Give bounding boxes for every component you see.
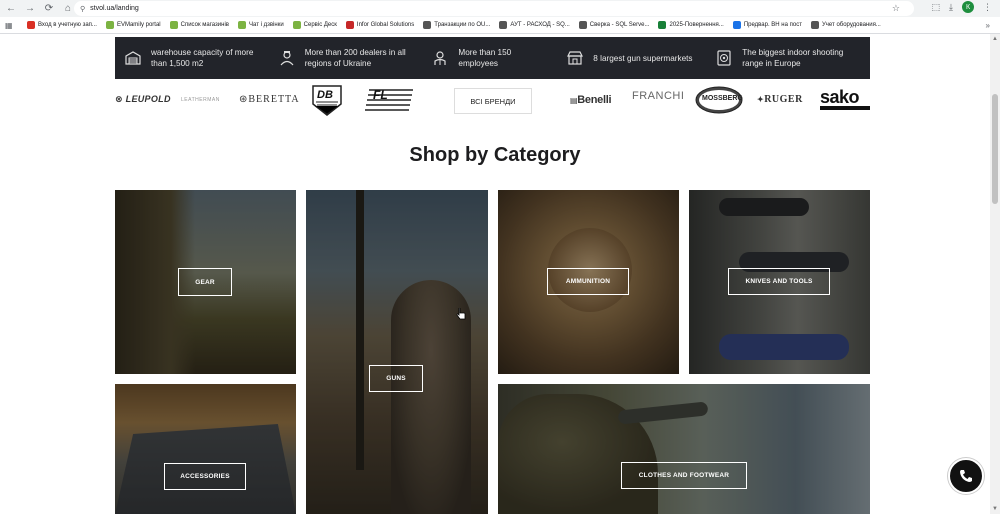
brands-row: ⊗ LEUPOLD LEATHERMAN ⊛BERETTA DB FL ВСІ … bbox=[115, 84, 870, 119]
category-tile-ammunition[interactable]: AMMUNITION bbox=[498, 190, 679, 374]
bookmark-favicon-icon bbox=[732, 21, 741, 29]
phone-icon bbox=[960, 470, 972, 482]
bookmark-favicon-icon bbox=[345, 21, 354, 29]
category-tile-guns[interactable]: GUNS bbox=[306, 190, 488, 514]
accessories-button[interactable]: ACCESSORIES bbox=[164, 463, 246, 490]
bookmark-label: Учет оборудования... bbox=[821, 22, 881, 28]
more-bookmarks-icon[interactable]: » bbox=[986, 21, 990, 30]
brand-logo-sako[interactable]: sako bbox=[820, 87, 870, 110]
page-scrollbar[interactable]: ▲ ▼ bbox=[990, 34, 1000, 514]
stat-shooting-range: The biggest indoor shooting range in Eur… bbox=[716, 47, 848, 69]
bookmark-item[interactable]: Список магазинів bbox=[169, 21, 229, 29]
forward-icon[interactable]: → bbox=[22, 1, 38, 17]
bookmark-label: Сверка - SQL Serve... bbox=[589, 22, 650, 28]
bookmark-item[interactable]: Транзакции по OU... bbox=[423, 21, 490, 29]
bookmark-label: EVMamily portal bbox=[116, 22, 161, 28]
apps-grid-icon[interactable]: ▦ bbox=[5, 21, 19, 30]
bookmark-favicon-icon bbox=[237, 21, 246, 29]
reload-icon[interactable]: ⟳ bbox=[41, 1, 57, 17]
bookmarks-bar: ▦ Вход в учетную зап... EVMamily portal Сп… bbox=[0, 17, 1000, 34]
brand-logo-leupold[interactable]: ⊗ LEUPOLD bbox=[115, 94, 171, 105]
store-icon bbox=[567, 51, 584, 65]
bookmark-label: Вход в учетную зап... bbox=[38, 22, 97, 28]
brand-logo-franchi[interactable]: FRANCHI bbox=[632, 90, 684, 102]
bookmark-item[interactable]: Сверка - SQL Serve... bbox=[578, 21, 650, 29]
bookmark-favicon-icon bbox=[27, 21, 35, 29]
bookmark-favicon-icon bbox=[810, 21, 819, 29]
brand-logo-beretta[interactable]: ⊛BERETTA bbox=[239, 94, 300, 105]
employee-icon bbox=[434, 51, 447, 65]
stat-dealers: More than 200 dealers in all regions of … bbox=[279, 47, 411, 69]
beretta-icon: ⊛ bbox=[239, 94, 249, 105]
bookmark-label: АУТ - РАСХОД - SQ... bbox=[510, 22, 570, 28]
scroll-down-icon[interactable]: ▼ bbox=[992, 506, 998, 512]
bookmark-label: Список магазинів bbox=[180, 22, 229, 28]
scrollbar-thumb[interactable] bbox=[992, 94, 998, 204]
download-icon[interactable]: ⤓ bbox=[949, 2, 953, 13]
stat-supermarkets: 8 largest gun supermarkets bbox=[567, 50, 694, 66]
section-title: Shop by Category bbox=[409, 144, 581, 166]
category-tile-knives[interactable]: KNIVES AND TOOLS bbox=[689, 190, 870, 374]
brand-logo-benelli[interactable]: ▤Benelli bbox=[570, 94, 612, 106]
stats-bar: warehouse capacity of more than 1,500 m2… bbox=[115, 37, 870, 79]
brand-logo-mossberg[interactable]: MOSSBERG bbox=[695, 86, 743, 119]
warehouse-icon bbox=[125, 51, 141, 65]
url-text: stvol.ua/landing bbox=[90, 5, 139, 12]
bookmark-item[interactable]: Предвар. ВН на пост bbox=[732, 21, 802, 29]
bookmark-label: Infor Global Solutions bbox=[356, 22, 415, 28]
brand-logo-leatherman[interactable]: LEATHERMAN bbox=[181, 97, 220, 103]
bookmark-label: 2025-Повернення... bbox=[669, 22, 724, 28]
brand-logo-flag[interactable]: FL bbox=[365, 87, 415, 118]
bookmark-item[interactable]: Вход в учетную зап... bbox=[27, 21, 97, 29]
bookmark-favicon-icon bbox=[292, 21, 301, 29]
browser-toolbar: ← → ⟳ ⌂ ⚲ stvol.ua/landing ☆ ⬚ ⤓ К ⋮ bbox=[0, 0, 1000, 17]
bookmark-favicon-icon bbox=[578, 21, 587, 29]
bookmark-favicon-icon bbox=[499, 21, 508, 29]
dealer-icon bbox=[280, 51, 294, 66]
bookmark-favicon-icon bbox=[105, 21, 114, 29]
all-brands-button[interactable]: ВСІ БРЕНДИ bbox=[454, 88, 532, 114]
guns-button[interactable]: GUNS bbox=[369, 365, 423, 392]
call-button[interactable] bbox=[948, 458, 984, 494]
scroll-up-icon[interactable]: ▲ bbox=[992, 36, 998, 42]
category-tile-gear[interactable]: GEAR bbox=[115, 190, 296, 374]
extensions-icon[interactable]: ⬚ bbox=[932, 2, 941, 13]
stat-employees: More than 150 employees bbox=[432, 47, 545, 69]
knives-button[interactable]: KNIVES AND TOOLS bbox=[728, 268, 830, 295]
stat-warehouse: warehouse capacity of more than 1,500 m2 bbox=[125, 47, 257, 69]
address-bar[interactable]: ⚲ stvol.ua/landing ☆ bbox=[74, 1, 914, 16]
bookmark-item[interactable]: 2025-Повернення... bbox=[658, 21, 724, 29]
hand-cursor-icon bbox=[456, 308, 466, 320]
profile-avatar[interactable]: К bbox=[962, 1, 974, 13]
ammunition-button[interactable]: AMMUNITION bbox=[547, 268, 629, 295]
bookmark-item[interactable]: Сервіс Деск bbox=[292, 21, 337, 29]
bookmark-favicon-icon bbox=[169, 21, 178, 29]
gear-button[interactable]: GEAR bbox=[178, 268, 232, 296]
landing-page: warehouse capacity of more than 1,500 m2… bbox=[0, 34, 990, 514]
bookmark-item[interactable]: Чат і дзвінки bbox=[237, 21, 284, 29]
bookmark-favicon-icon bbox=[423, 21, 432, 29]
bookmark-favicon-icon bbox=[658, 21, 667, 29]
leupold-icon: ⊗ bbox=[115, 94, 123, 104]
bookmark-item[interactable]: Учет оборудования... bbox=[810, 21, 881, 29]
bookmark-star-icon[interactable]: ☆ bbox=[892, 3, 900, 14]
menu-icon[interactable]: ⋮ bbox=[983, 2, 992, 13]
bookmark-label: Чат і дзвінки bbox=[248, 22, 284, 28]
bookmark-item[interactable]: Infor Global Solutions bbox=[345, 21, 415, 29]
category-tile-clothes[interactable]: CLOTHES AND FOOTWEAR bbox=[498, 384, 870, 514]
target-icon bbox=[717, 50, 731, 66]
back-icon[interactable]: ← bbox=[3, 1, 19, 17]
brand-logo-ruger[interactable]: ✦RUGER bbox=[757, 94, 803, 105]
bookmark-label: Сервіс Деск bbox=[303, 22, 337, 28]
site-info-icon[interactable]: ⚲ bbox=[80, 5, 85, 13]
category-tile-accessories[interactable]: ACCESSORIES bbox=[115, 384, 296, 514]
bookmark-item[interactable]: EVMamily portal bbox=[105, 21, 161, 29]
brand-logo-db[interactable]: DB bbox=[311, 84, 343, 121]
bookmark-label: Предвар. ВН на пост bbox=[743, 22, 802, 28]
clothes-button[interactable]: CLOTHES AND FOOTWEAR bbox=[621, 462, 747, 489]
bookmark-label: Транзакции по OU... bbox=[434, 22, 491, 28]
bookmark-item[interactable]: АУТ - РАСХОД - SQ... bbox=[499, 21, 570, 29]
